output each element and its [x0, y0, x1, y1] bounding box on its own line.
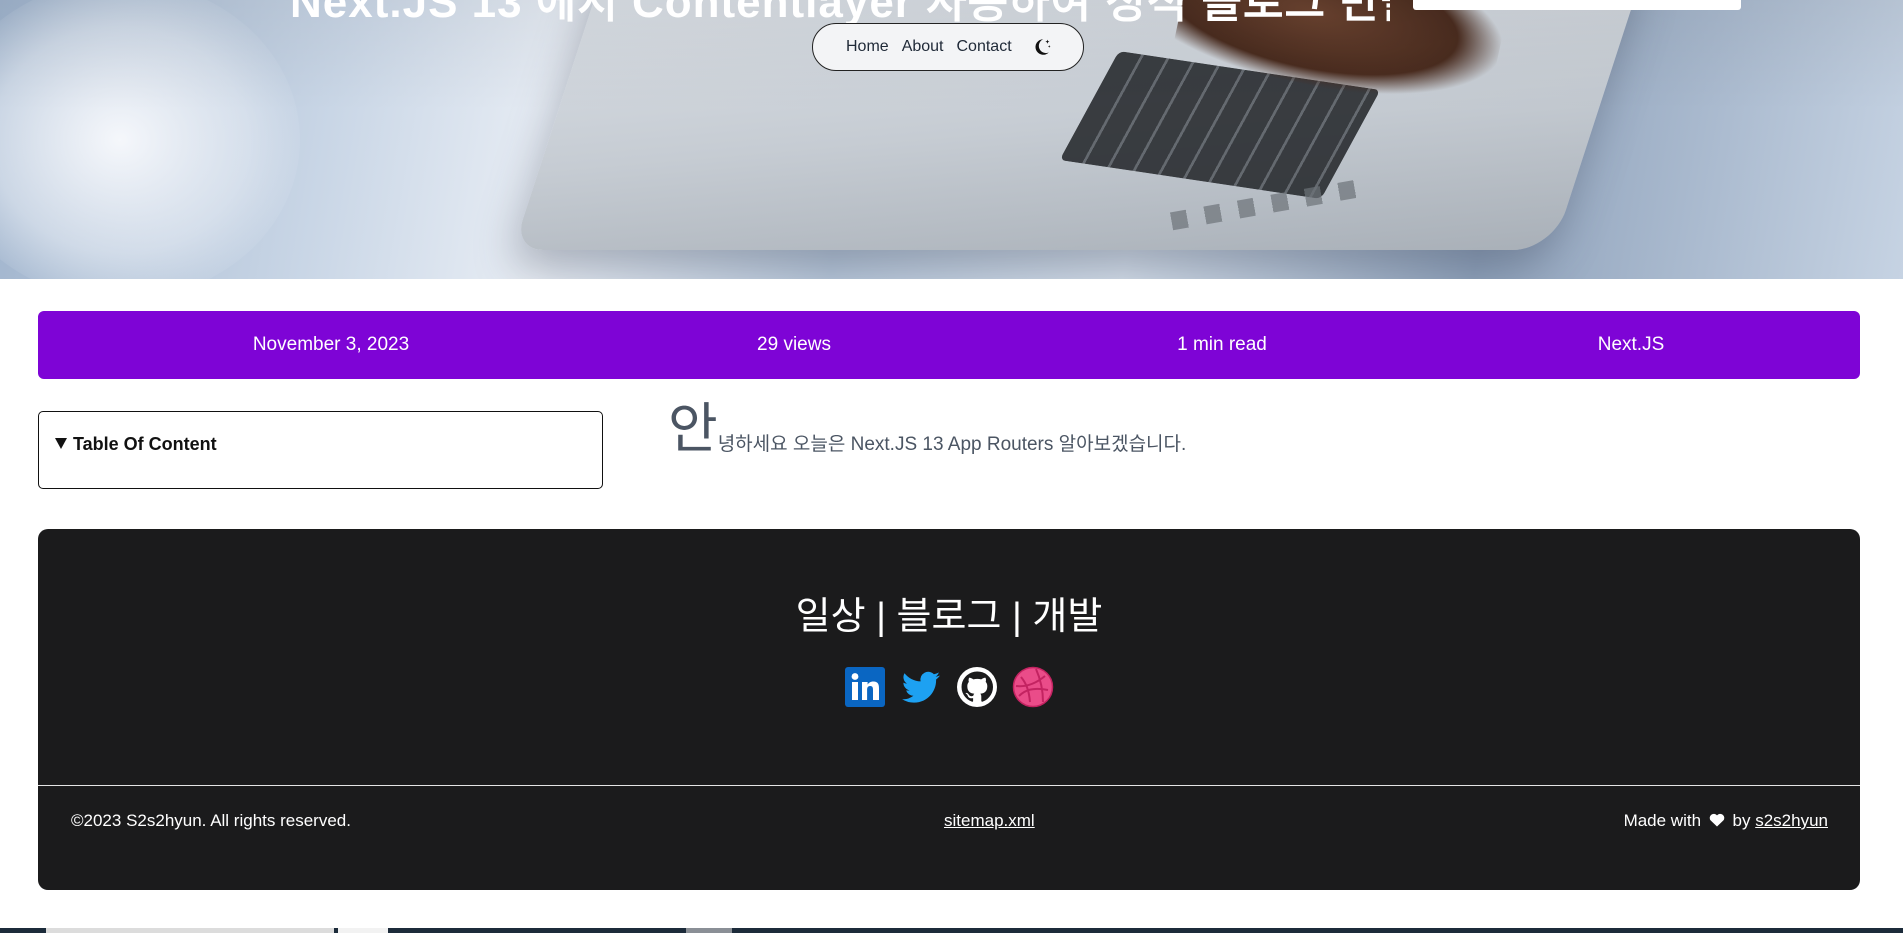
title-highlight-chip: [1413, 0, 1741, 10]
post-views: 29 views: [757, 334, 831, 355]
post-tag[interactable]: Next.JS: [1598, 311, 1665, 379]
bottom-edge-strip: [0, 928, 1903, 933]
table-of-content[interactable]: Table Of Content: [38, 411, 603, 489]
nav-contact-link[interactable]: Contact: [957, 38, 1012, 56]
bottom-strip-segment: [46, 928, 334, 933]
twitter-icon[interactable]: [900, 666, 942, 708]
post-read-time: 1 min read: [1177, 334, 1267, 355]
made-with-prefix: Made with: [1623, 811, 1702, 830]
toc-label: Table Of Content: [73, 434, 217, 454]
disclosure-triangle-icon: [55, 438, 67, 449]
toc-toggle[interactable]: Table Of Content: [55, 434, 602, 455]
copyright-text: ©2023 S2s2hyun. All rights reserved.: [71, 811, 351, 830]
nav-home-link[interactable]: Home: [846, 38, 889, 56]
made-with-by: by: [1732, 811, 1751, 830]
heart-icon: [1709, 813, 1725, 827]
github-icon[interactable]: [956, 666, 998, 708]
post-date: November 3, 2023: [252, 334, 410, 355]
sitemap-link[interactable]: sitemap.xml: [944, 811, 1035, 831]
social-links: [38, 666, 1860, 708]
article-body: 안녕하세요 오늘은 Next.JS 13 App Routers 알아보겠습니다…: [668, 402, 1186, 456]
author-link[interactable]: s2s2hyun: [1755, 811, 1828, 830]
footer-divider: [38, 785, 1860, 786]
nav-about-link[interactable]: About: [902, 38, 944, 56]
moon-icon[interactable]: [1030, 36, 1052, 58]
bottom-strip-segment: [338, 928, 388, 933]
article-paragraph: 녕하세요 오늘은 Next.JS 13 App Routers 알아보겠습니다.: [717, 434, 1187, 455]
bottom-strip-segment: [686, 928, 732, 933]
site-footer: 일상 | 블로그 | 개발 ©2023 S2s2hyun. All rights…: [38, 529, 1860, 890]
made-with-credit: Made with by s2s2hyun: [1624, 811, 1828, 831]
footer-tagline: 일상 | 블로그 | 개발: [795, 596, 1103, 638]
drop-cap: 안: [668, 399, 718, 459]
dribbble-icon[interactable]: [1012, 666, 1054, 708]
linkedin-icon[interactable]: [844, 666, 886, 708]
main-nav: Home About Contact: [812, 23, 1084, 71]
post-meta-bar: November 3, 2023 29 views 1 min read Nex…: [38, 311, 1860, 379]
